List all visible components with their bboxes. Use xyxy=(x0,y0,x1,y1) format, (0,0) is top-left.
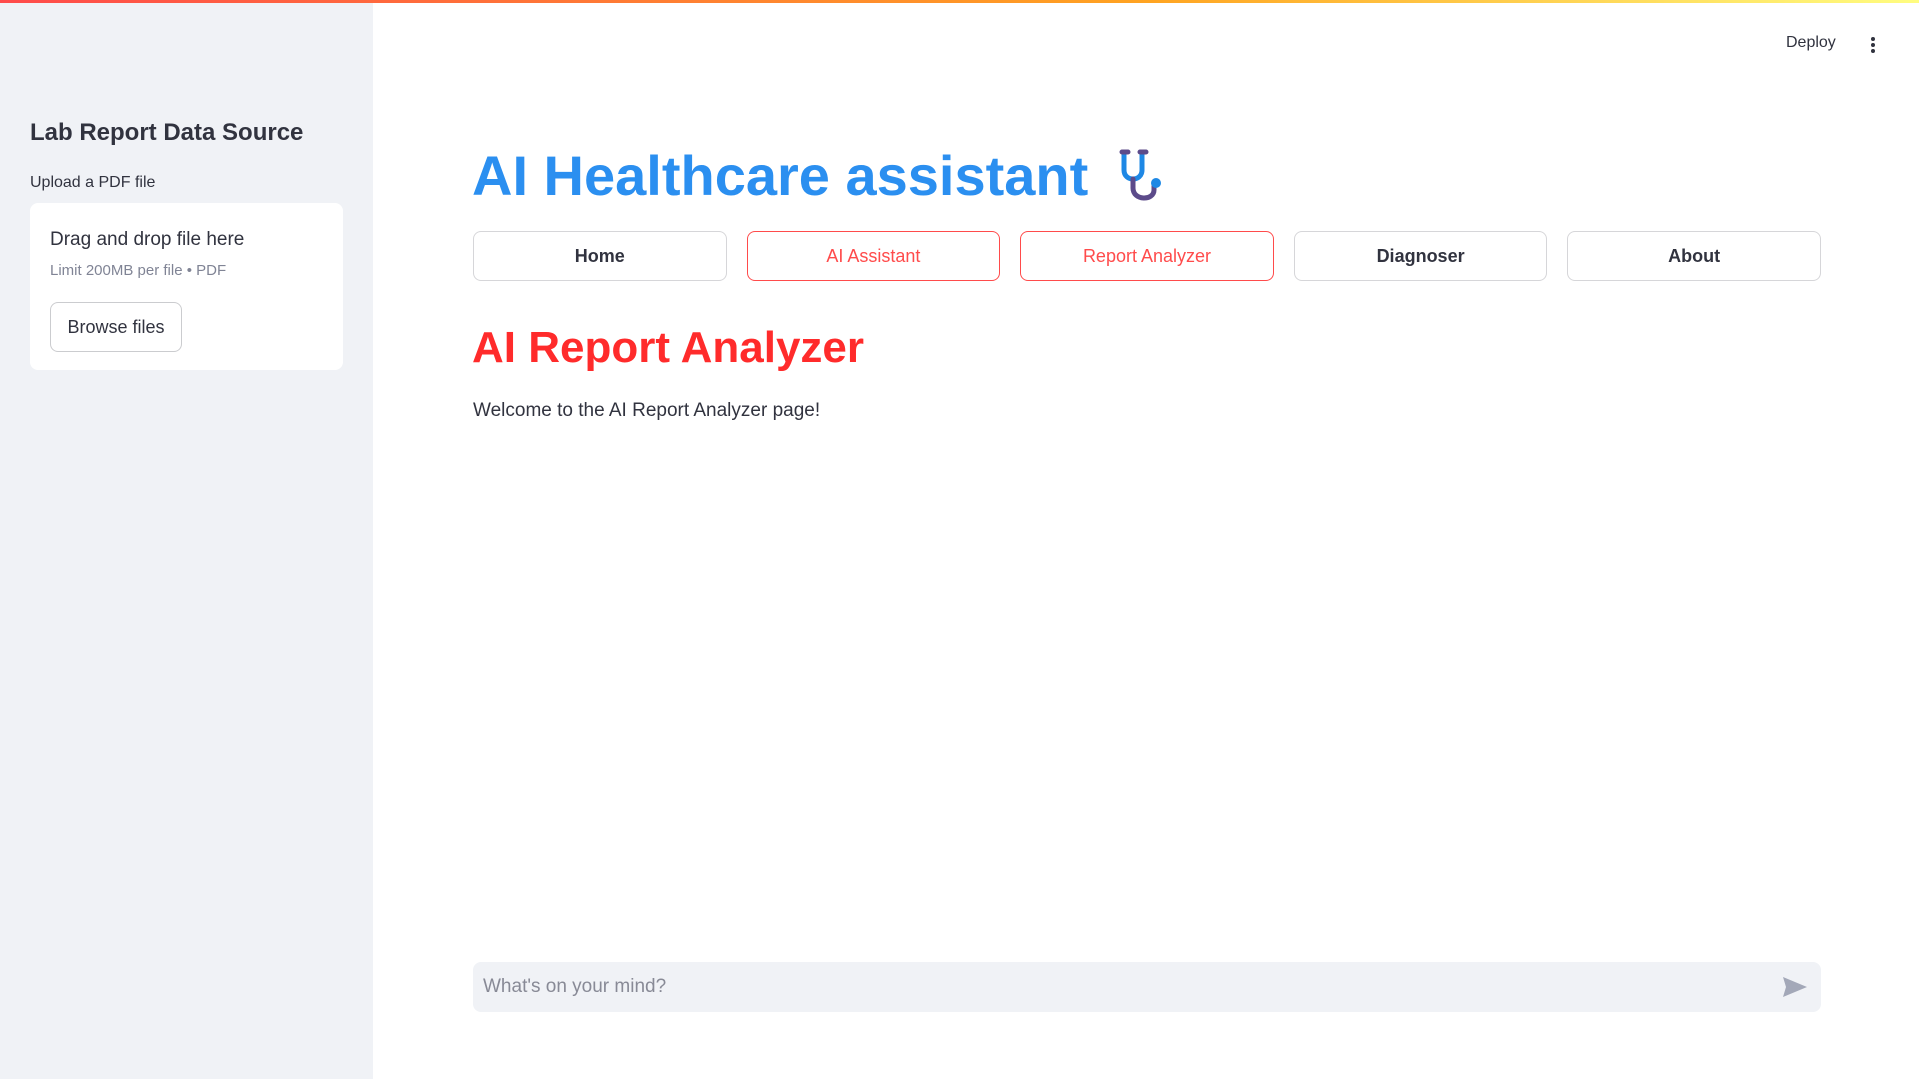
dropzone-title: Drag and drop file here xyxy=(50,229,245,250)
kebab-menu-icon[interactable] xyxy=(1866,34,1880,56)
file-dropzone[interactable]: Drag and drop file here Limit 200MB per … xyxy=(30,203,343,370)
app-title: AI Healthcare assistant xyxy=(472,143,1172,208)
app-root: Lab Report Data Source Upload a PDF file… xyxy=(0,0,1919,1079)
nav-home-button[interactable]: Home xyxy=(473,231,727,281)
nav-report-analyzer-button[interactable]: Report Analyzer xyxy=(1020,231,1274,281)
nav-diagnoser-button[interactable]: Diagnoser xyxy=(1293,231,1548,281)
chat-input[interactable] xyxy=(473,962,1763,1012)
sidebar-title: Lab Report Data Source xyxy=(30,119,304,146)
browse-files-button[interactable]: Browse files xyxy=(50,302,182,352)
send-button[interactable] xyxy=(1781,974,1809,1000)
page-title: AI Report Analyzer xyxy=(472,323,865,372)
nav-bar: Home AI Assistant Report Analyzer Diagno… xyxy=(473,231,1821,281)
dropzone-hint: Limit 200MB per file • PDF xyxy=(50,262,227,279)
nav-about-button[interactable]: About xyxy=(1567,231,1821,281)
top-decoration-bar xyxy=(0,0,1919,3)
sidebar: Lab Report Data Source Upload a PDF file… xyxy=(0,0,373,1079)
welcome-text: Welcome to the AI Report Analyzer page! xyxy=(473,400,821,421)
stethoscope-icon xyxy=(1119,149,1162,200)
nav-ai-assistant-button[interactable]: AI Assistant xyxy=(746,231,1001,281)
chat-bar xyxy=(473,962,1821,1012)
deploy-button[interactable]: Deploy xyxy=(1786,34,1836,52)
app-title-text: AI Healthcare assistant xyxy=(472,144,1089,207)
upload-label: Upload a PDF file xyxy=(30,174,156,191)
send-icon xyxy=(1783,977,1807,997)
